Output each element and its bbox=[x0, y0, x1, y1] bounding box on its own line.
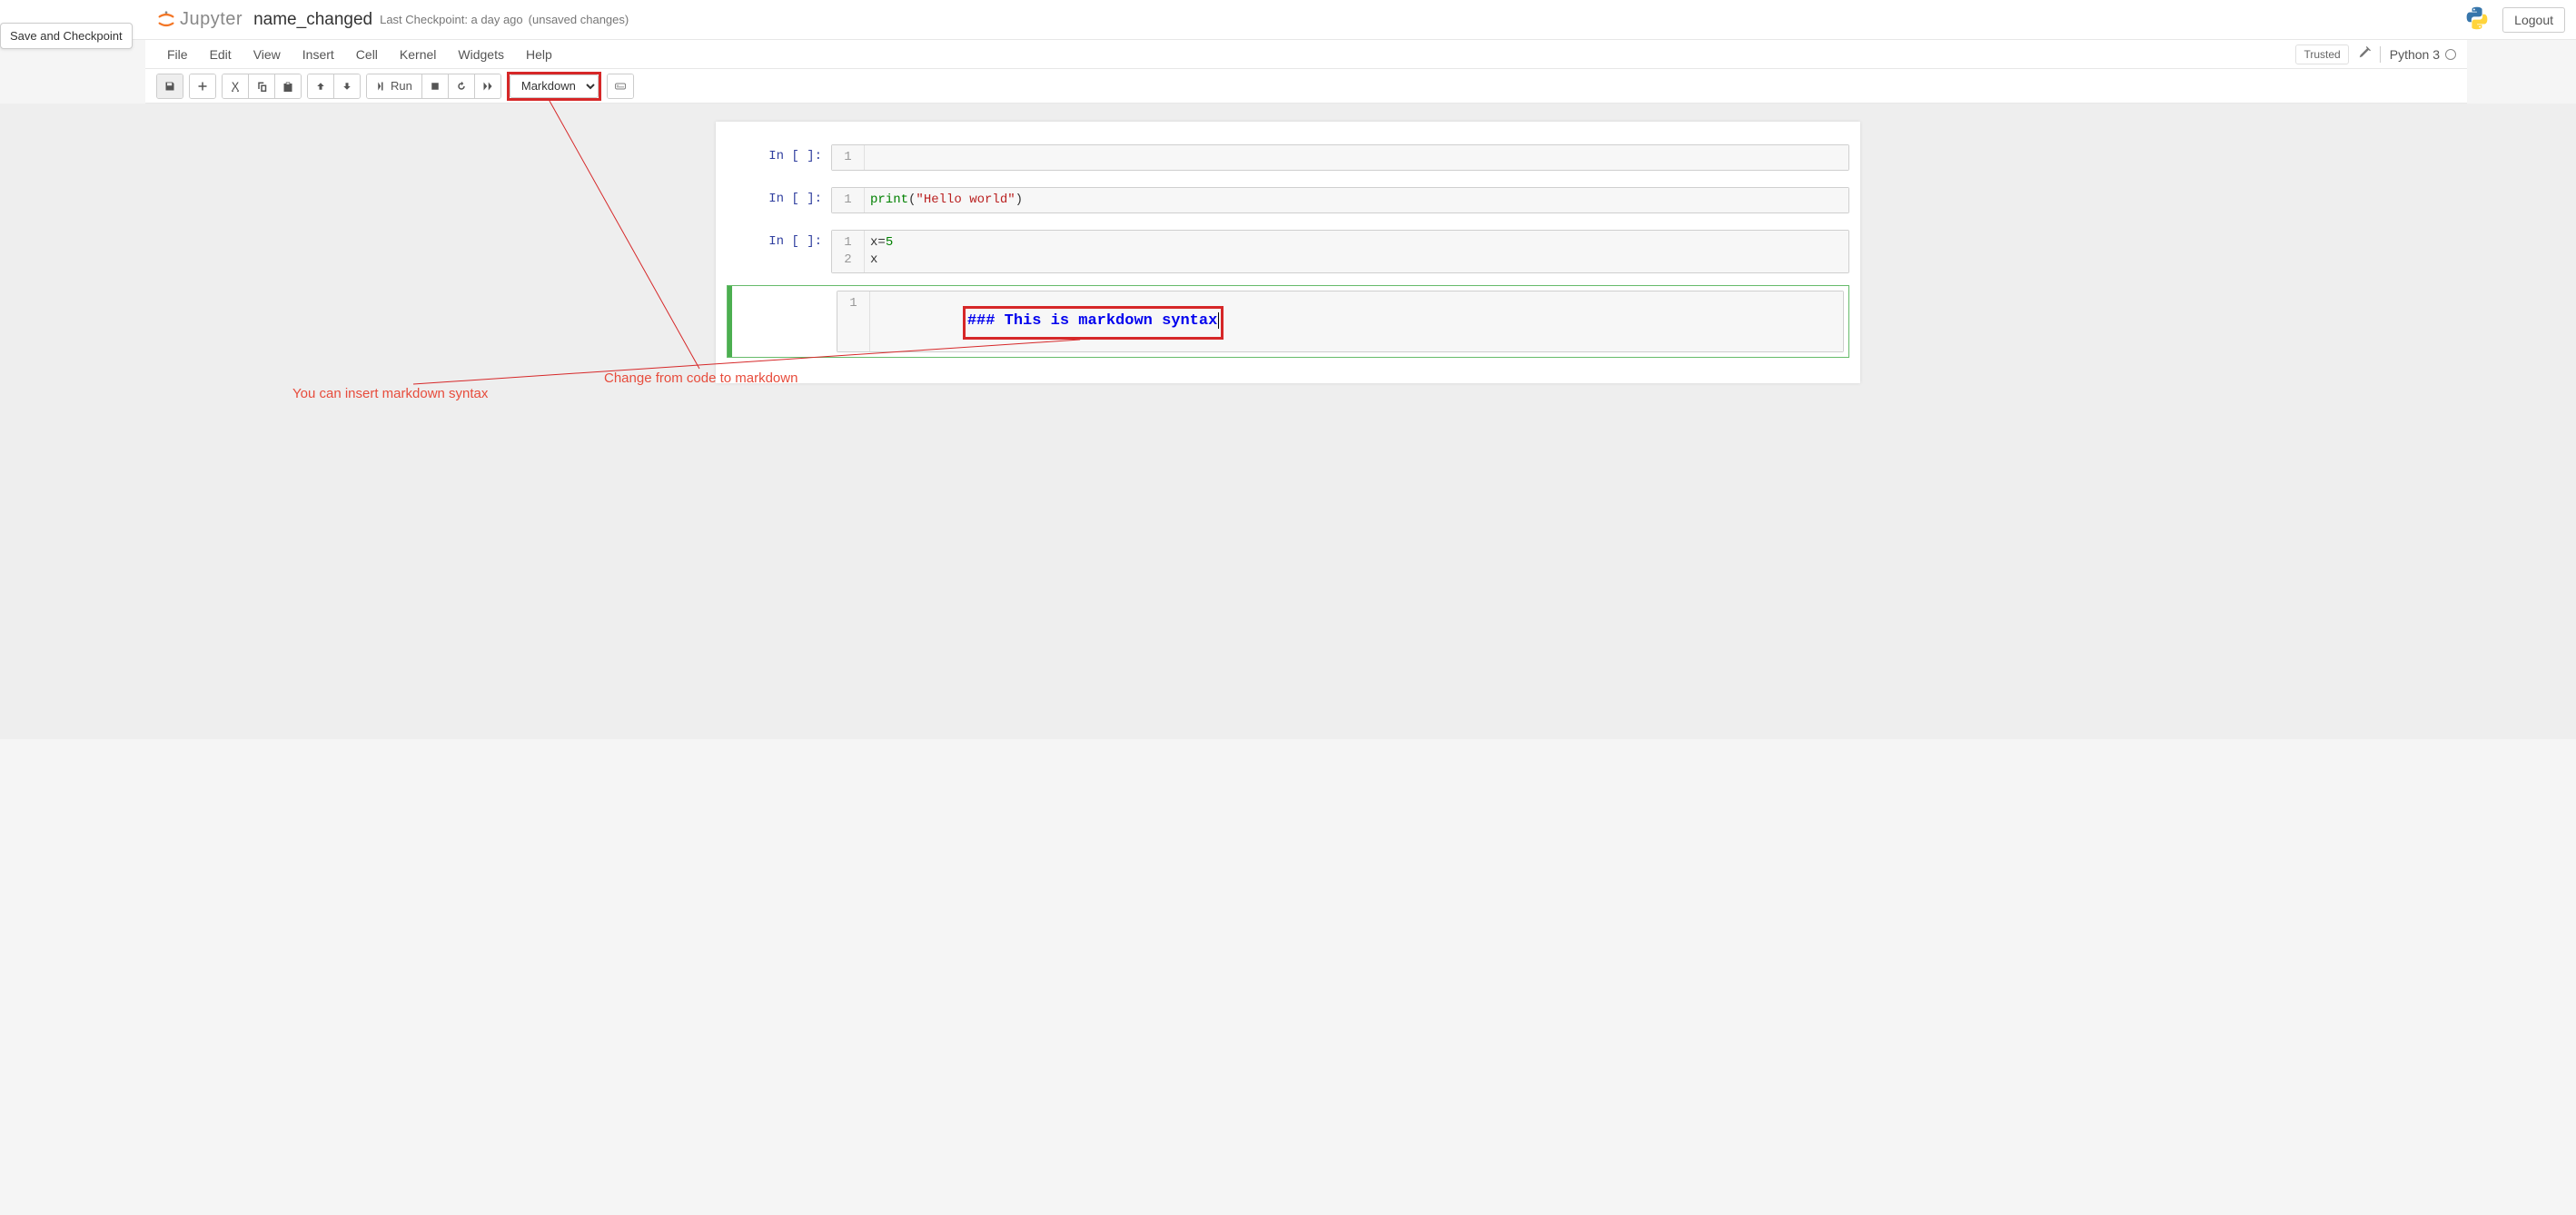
gutter: 1 bbox=[837, 291, 870, 351]
gutter: 1 bbox=[832, 145, 865, 170]
menu-widgets[interactable]: Widgets bbox=[447, 42, 515, 67]
logout-button[interactable]: Logout bbox=[2502, 7, 2565, 33]
code-content[interactable] bbox=[865, 145, 1848, 170]
separator bbox=[2380, 46, 2381, 63]
input-area[interactable]: 1 ### This is markdown syntax bbox=[837, 291, 1844, 352]
code-cell[interactable]: In [ ]: 1 print("Hello world") bbox=[727, 183, 1849, 218]
save-tooltip: Save and Checkpoint bbox=[0, 23, 133, 49]
code-cell[interactable]: In [ ]: 1 2 x=5 x bbox=[727, 225, 1849, 278]
jupyter-logo[interactable]: Jupyter bbox=[156, 9, 243, 30]
notebook-title[interactable]: name_changed bbox=[253, 10, 372, 30]
jupyter-logo-text: Jupyter bbox=[180, 9, 243, 30]
unsaved-indicator: (unsaved changes) bbox=[529, 13, 629, 26]
command-palette-button[interactable] bbox=[608, 74, 633, 98]
copy-button[interactable] bbox=[248, 74, 274, 98]
prompt: In [ ]: bbox=[727, 187, 831, 213]
gutter: 1 2 bbox=[832, 231, 865, 272]
cut-button[interactable] bbox=[223, 74, 248, 98]
paste-button[interactable] bbox=[274, 74, 301, 98]
menu-view[interactable]: View bbox=[243, 42, 292, 67]
kernel-name[interactable]: Python 3 bbox=[2390, 47, 2456, 62]
move-up-button[interactable] bbox=[308, 74, 333, 98]
input-area[interactable]: 1 print("Hello world") bbox=[831, 187, 1849, 213]
add-cell-button[interactable] bbox=[190, 74, 215, 98]
menu-bar: File Edit View Insert Cell Kernel Widget… bbox=[145, 40, 2467, 69]
kernel-label: Python 3 bbox=[2390, 47, 2440, 62]
toolbar: Run Markdown bbox=[145, 69, 2467, 104]
input-area[interactable]: 1 bbox=[831, 144, 1849, 171]
menu-insert[interactable]: Insert bbox=[292, 42, 345, 67]
python-icon bbox=[2464, 5, 2490, 34]
run-label: Run bbox=[391, 79, 412, 93]
markdown-content[interactable]: ### This is markdown syntax bbox=[870, 291, 1843, 351]
restart-button[interactable] bbox=[448, 74, 474, 98]
cell-type-highlight: Markdown bbox=[507, 72, 601, 101]
checkpoint-status: Last Checkpoint: a day ago bbox=[380, 13, 523, 26]
prompt: In [ ]: bbox=[727, 230, 831, 273]
menu-edit[interactable]: Edit bbox=[199, 42, 243, 67]
markdown-cell-selected[interactable]: 1 ### This is markdown syntax bbox=[727, 285, 1849, 358]
app-header: Jupyter name_changed Last Checkpoint: a … bbox=[0, 0, 2576, 40]
kernel-indicator-icon bbox=[2445, 49, 2456, 60]
save-button[interactable] bbox=[157, 74, 183, 98]
prompt: In [ ]: bbox=[727, 144, 831, 171]
menu-file[interactable]: File bbox=[156, 42, 199, 67]
edit-icon[interactable] bbox=[2358, 46, 2371, 62]
cursor-icon bbox=[1218, 312, 1219, 329]
gutter: 1 bbox=[832, 188, 865, 212]
code-content[interactable]: print("Hello world") bbox=[865, 188, 1848, 212]
notebook-container: In [ ]: 1 In [ ]: 1 print("Hello world")… bbox=[716, 122, 1860, 383]
code-content[interactable]: x=5 x bbox=[865, 231, 1848, 272]
prompt bbox=[732, 291, 837, 352]
run-button[interactable]: Run bbox=[367, 74, 421, 98]
menu-kernel[interactable]: Kernel bbox=[389, 42, 447, 67]
input-area[interactable]: 1 2 x=5 x bbox=[831, 230, 1849, 273]
menu-help[interactable]: Help bbox=[515, 42, 563, 67]
restart-run-all-button[interactable] bbox=[474, 74, 500, 98]
trusted-badge[interactable]: Trusted bbox=[2295, 44, 2348, 64]
code-cell[interactable]: In [ ]: 1 bbox=[727, 140, 1849, 175]
stop-button[interactable] bbox=[421, 74, 448, 98]
cell-type-select[interactable]: Markdown bbox=[510, 74, 599, 98]
markdown-text: ### This is markdown syntax bbox=[967, 312, 1217, 330]
menu-cell[interactable]: Cell bbox=[345, 42, 389, 67]
move-down-button[interactable] bbox=[333, 74, 360, 98]
